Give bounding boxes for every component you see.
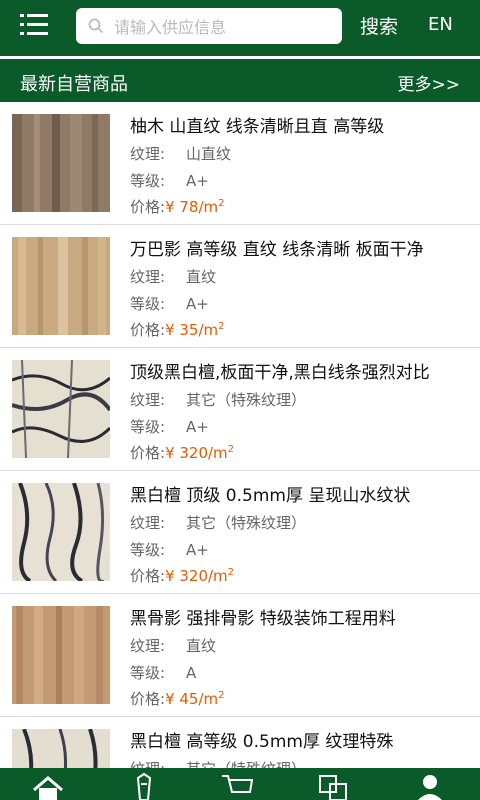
texture-label: 纹理:	[130, 268, 166, 286]
texture-row: 纹理:其它（特殊纹理）	[130, 758, 306, 768]
grade-label: 等级:	[130, 541, 166, 559]
price-row: 价格:¥ 320/m2	[130, 565, 234, 586]
texture-row: 纹理: 其它（特殊纹理）	[130, 512, 306, 533]
list-item[interactable]: 黑白檀 高等级 0.5mm厚 纹理特殊 纹理:其它（特殊纹理）	[0, 717, 480, 768]
search-button[interactable]: 搜索	[360, 12, 398, 39]
price-value: ¥ 35/m2	[165, 321, 225, 339]
texture-value: 其它（特殊纹理）	[186, 760, 306, 768]
texture-row: 纹理: 直纹	[130, 266, 216, 287]
texture-label: 纹理:	[130, 637, 166, 655]
list-item[interactable]: 柚木 山直纹 线条清晰且直 高等级 纹理: 山直纹 等级: A+ 价格:¥ 78/m…	[0, 102, 480, 225]
user-icon[interactable]	[410, 770, 450, 800]
orders-icon[interactable]	[314, 770, 354, 800]
more-link[interactable]: 更多>>	[398, 70, 461, 95]
price-row: 价格:¥ 45/m2	[130, 688, 225, 709]
list-item[interactable]: 万巴影 高等级 直纹 线条清晰 板面干净 纹理: 直纹 等级: A+ 价格:¥ 35…	[0, 225, 480, 348]
product-image	[12, 729, 110, 768]
top-bar: 搜索 EN	[0, 0, 480, 56]
section-header: 最新自营商品 更多>>	[0, 56, 480, 102]
texture-row: 纹理: 其它（特殊纹理）	[130, 389, 306, 410]
price-label: 价格:	[130, 198, 166, 216]
price-value: ¥ 320/m2	[165, 444, 235, 462]
grade-value: A+	[186, 418, 209, 436]
product-name: 黑骨影 强排骨影 特级装饰工程用料	[130, 609, 396, 629]
bottom-nav	[0, 768, 480, 800]
product-name: 黑白檀 顶级 0.5mm厚 呈现山水纹状	[130, 486, 411, 506]
price-label: 价格:	[130, 690, 166, 708]
price-row: 价格:¥ 320/m2	[130, 442, 234, 463]
grade-value: A	[186, 664, 197, 682]
price-row: 价格:¥ 78/m2	[130, 196, 225, 217]
product-image	[12, 237, 110, 335]
texture-value: 其它（特殊纹理）	[186, 514, 307, 532]
grade-value: A+	[186, 295, 209, 313]
grade-row: 等级: A+	[130, 170, 209, 191]
search-input[interactable]	[112, 8, 336, 46]
grade-label: 等级:	[130, 172, 166, 190]
product-name: 万巴影 高等级 直纹 线条清晰 板面干净	[130, 240, 424, 260]
texture-label: 纹理:	[130, 514, 166, 532]
list-item[interactable]: 黑白檀 顶级 0.5mm厚 呈现山水纹状 纹理: 其它（特殊纹理） 等级: A+ 价…	[0, 471, 480, 594]
texture-label: 纹理:	[130, 391, 166, 409]
section-title: 最新自营商品	[20, 74, 128, 95]
grade-row: 等级: A+	[130, 539, 209, 560]
texture-label: 纹理:	[130, 758, 186, 768]
product-name: 柚木 山直纹 线条清晰且直 高等级	[130, 117, 385, 137]
grade-row: 等级: A+	[130, 416, 209, 437]
texture-value: 直纹	[186, 268, 217, 286]
product-name: 顶级黑白檀,板面干净,黑白线条强烈对比	[130, 363, 430, 383]
grade-row: 等级: A+	[130, 293, 209, 314]
price-row: 价格:¥ 35/m2	[130, 319, 225, 340]
list-item[interactable]: 黑骨影 强排骨影 特级装饰工程用料 纹理: 直纹 等级: A 价格:¥ 45/m2	[0, 594, 480, 717]
home-icon[interactable]	[28, 770, 68, 800]
cart-icon[interactable]	[218, 770, 258, 800]
price-label: 价格:	[130, 567, 166, 585]
grade-row: 等级: A	[130, 662, 196, 683]
product-name: 黑白檀 高等级 0.5mm厚 纹理特殊	[130, 732, 394, 752]
texture-value: 其它（特殊纹理）	[186, 391, 307, 409]
list-item[interactable]: 顶级黑白檀,板面干净,黑白线条强烈对比 纹理: 其它（特殊纹理） 等级: A+ 价格…	[0, 348, 480, 471]
search-icon	[88, 18, 104, 34]
grade-value: A+	[186, 541, 209, 559]
product-image	[12, 606, 110, 704]
grade-label: 等级:	[130, 664, 166, 682]
texture-value: 山直纹	[186, 145, 232, 163]
texture-value: 直纹	[186, 637, 217, 655]
grade-value: A+	[186, 172, 209, 190]
price-label: 价格:	[130, 321, 166, 339]
price-value: ¥ 78/m2	[165, 198, 225, 216]
grade-label: 等级:	[130, 418, 166, 436]
language-toggle[interactable]: EN	[428, 14, 453, 35]
product-image	[12, 360, 110, 458]
price-label: 价格:	[130, 444, 166, 462]
texture-row: 纹理: 直纹	[130, 635, 216, 656]
grade-label: 等级:	[130, 295, 166, 313]
product-list: 柚木 山直纹 线条清晰且直 高等级 纹理: 山直纹 等级: A+ 价格:¥ 78/m…	[0, 102, 480, 768]
list-menu-icon[interactable]	[20, 14, 48, 38]
texture-label: 纹理:	[130, 145, 166, 163]
texture-row: 纹理: 山直纹	[130, 143, 231, 164]
product-image	[12, 483, 110, 581]
price-value: ¥ 320/m2	[165, 567, 235, 585]
product-image	[12, 114, 110, 212]
category-icon[interactable]	[124, 770, 164, 800]
price-value: ¥ 45/m2	[165, 690, 225, 708]
search-box[interactable]	[76, 8, 342, 46]
